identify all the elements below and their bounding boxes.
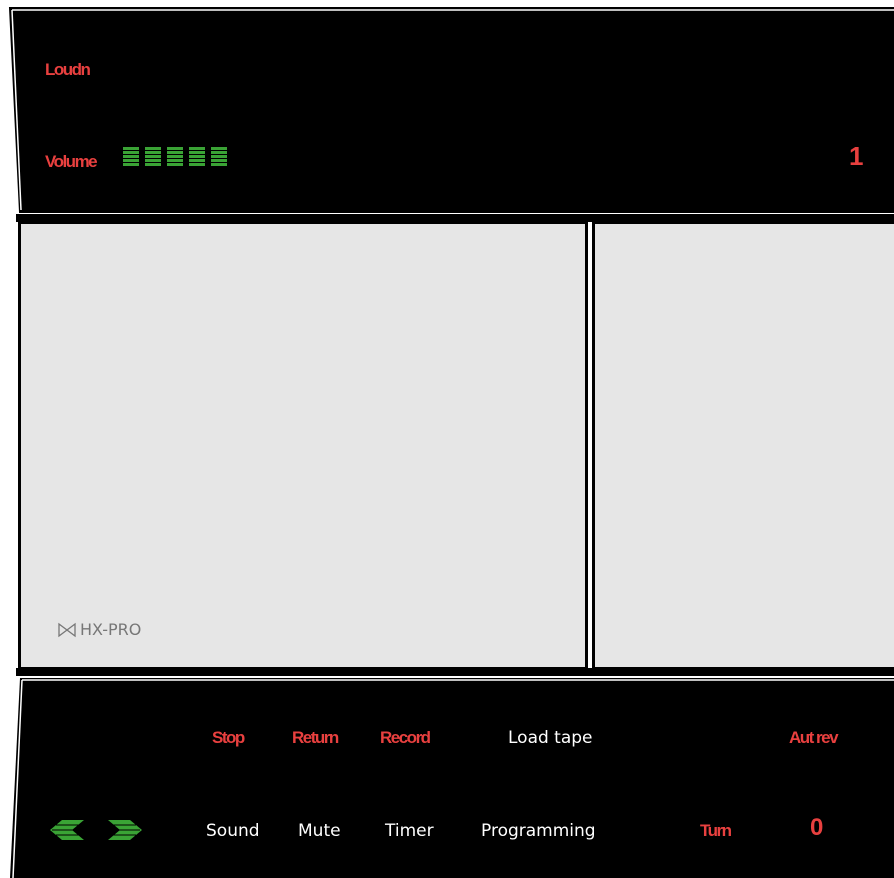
load-tape-button[interactable]: Load tape [508,728,593,748]
volume-label: Volume [45,152,98,171]
bowtie-icon [58,622,76,637]
volume-meter-segment [211,147,227,166]
volume-meter-segment [123,147,139,166]
hx-pro-text: HX-PRO [80,620,142,639]
rewind-arrow-icon[interactable] [50,820,84,840]
volume-meter-segment [189,147,205,166]
volume-meter [123,147,227,166]
sound-button[interactable]: Sound [206,821,260,841]
bottom-panel [10,678,894,878]
mute-button[interactable]: Mute [298,821,341,841]
channel-number: 1 [849,141,864,171]
volume-meter-segment [145,147,161,166]
record-button[interactable]: Record [380,728,431,748]
stop-button[interactable]: Stop [212,728,245,748]
forward-arrow-icon[interactable] [108,820,142,840]
auto-reverse-button[interactable]: Aut rev [789,728,839,748]
loudness-label: Loudn [45,60,91,79]
timer-button[interactable]: Timer [385,821,434,841]
tape-counter: 0 [810,814,824,841]
programming-button[interactable]: Programming [481,821,596,841]
top-panel [8,7,894,213]
cassette-window-right [592,221,894,670]
cassette-window-left [18,221,588,670]
return-button[interactable]: Return [292,728,339,748]
hx-pro-logo: HX-PRO [57,620,141,639]
turn-button[interactable]: Turn [700,821,732,841]
volume-meter-segment [167,147,183,166]
